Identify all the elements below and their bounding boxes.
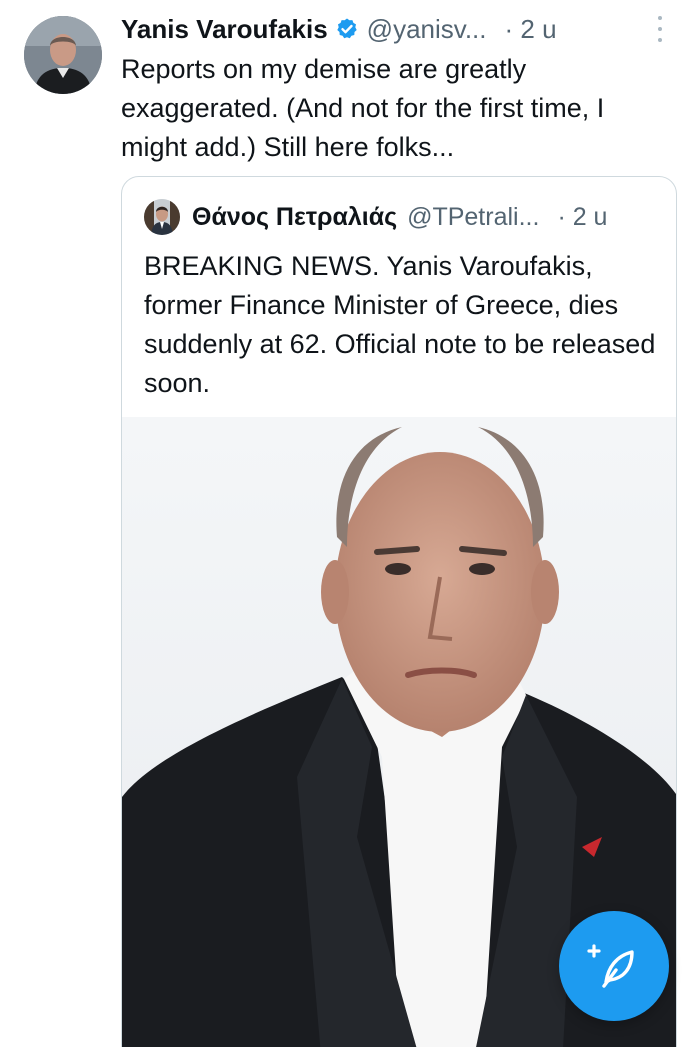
person-avatar-image xyxy=(144,199,180,235)
compose-button[interactable] xyxy=(559,911,669,1021)
tweet-timestamp[interactable]: · 2 u xyxy=(505,14,557,45)
author-handle[interactable]: @yanisv... xyxy=(367,14,487,45)
compose-feather-icon xyxy=(587,944,634,988)
quoted-author-display-name[interactable]: Θάνος Πετραλιάς xyxy=(192,203,397,232)
more-vertical-icon[interactable] xyxy=(648,14,672,44)
quoted-author-avatar[interactable] xyxy=(144,199,180,235)
verified-badge-icon xyxy=(335,17,359,41)
quoted-tweet-text: BREAKING NEWS. Yanis Varoufakis, former … xyxy=(144,251,656,398)
quoted-author-handle[interactable]: @TPetrali... xyxy=(407,203,539,232)
tweet-text: Reports on my demise are greatly exagger… xyxy=(121,54,605,162)
tweet[interactable]: Yanis Varoufakis @yanisv... · 2 u Report… xyxy=(0,0,700,1047)
quoted-tweet-header: Θάνος Πετραλιάς @TPetrali... · 2 u xyxy=(144,199,607,235)
author-display-name[interactable]: Yanis Varoufakis xyxy=(121,14,328,45)
quoted-tweet-timestamp[interactable]: · 2 u xyxy=(557,203,607,232)
author-avatar[interactable] xyxy=(24,16,102,94)
person-avatar-image xyxy=(24,16,102,94)
tweet-header: Yanis Varoufakis @yanisv... · 2 u xyxy=(121,12,681,46)
